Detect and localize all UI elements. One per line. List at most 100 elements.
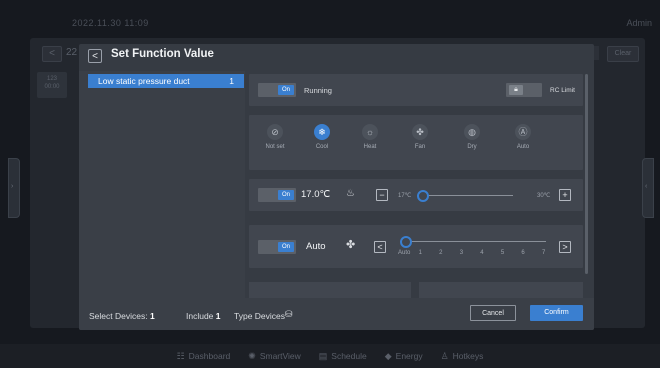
set-function-dialog: < Set Function Value Low static pressure…: [79, 44, 594, 330]
rc-limit-toggle[interactable]: 🔒︎: [506, 83, 542, 97]
temperature-toggle[interactable]: On: [258, 188, 296, 202]
nav-label: Dashboard: [188, 351, 231, 361]
mode-option-cool[interactable]: ❄ Cool: [305, 124, 339, 150]
chevron-right-icon: ›: [11, 183, 14, 190]
partial-card-right: [419, 282, 583, 298]
settings-scrollbar[interactable]: [585, 74, 588, 274]
mode-option-fan[interactable]: ✤ Fan: [403, 124, 437, 150]
top-bar: 2022.11.30 11:09 Admin: [0, 0, 660, 38]
dialog-back-button[interactable]: <: [88, 49, 102, 63]
nav-energy[interactable]: ◆ Energy: [385, 351, 423, 362]
nav-smartview[interactable]: ✺ SmartView: [248, 351, 301, 362]
device-type-list: Low static pressure duct 1: [79, 71, 245, 298]
schedule-icon: ▤: [318, 350, 328, 361]
fan-speed-slider-track[interactable]: [402, 241, 546, 242]
fan-speed-tick: 5: [500, 250, 505, 256]
nav-dashboard[interactable]: ☷ Dashboard: [177, 351, 231, 362]
user-label[interactable]: Admin: [626, 18, 652, 28]
mode-label: Auto: [516, 144, 530, 150]
device-icon: ⛁: [285, 309, 293, 319]
power-status: Running: [304, 86, 332, 95]
mode-option-heat[interactable]: ☼ Heat: [353, 124, 387, 150]
rc-limit-label: RC Limit: [550, 87, 575, 94]
dry-icon: ◍: [464, 124, 480, 140]
mode-label: Cool: [315, 144, 329, 150]
mode-label: Not set: [265, 144, 285, 150]
temperature-card: On 17.0℃ ♨ − 17℃ 30℃ +: [249, 179, 583, 211]
fan-speed-value: Auto: [306, 241, 326, 252]
mode-label: Heat: [363, 144, 377, 150]
nav-label: Hotkeys: [452, 351, 484, 361]
thermometer-icon: ♨: [346, 188, 355, 199]
fan-icon: ✤: [412, 124, 428, 140]
fan-icon: ✤: [346, 239, 356, 251]
fan-speed-tick: 6: [521, 250, 525, 256]
temperature-value: 17.0℃: [301, 189, 331, 200]
device-type-item[interactable]: Low static pressure duct 1: [88, 74, 244, 88]
temperature-increase-button[interactable]: +: [559, 189, 571, 201]
cancel-button[interactable]: Cancel: [470, 305, 516, 321]
fan-speed-tick: 3: [459, 250, 464, 256]
mode-label: Fan: [414, 144, 426, 150]
energy-icon: ◆: [384, 350, 392, 361]
nav-label: SmartView: [259, 351, 301, 361]
chevron-left-icon: ‹: [645, 183, 648, 190]
heat-icon: ☼: [362, 124, 378, 140]
power-toggle[interactable]: On: [258, 83, 296, 97]
nav-schedule[interactable]: ▤ Schedule: [319, 351, 367, 362]
fan-speed-tick: 2: [439, 250, 443, 256]
include-label: Include 1: [186, 311, 221, 321]
partial-card-left: [249, 282, 411, 298]
smartview-icon: ✺: [248, 350, 256, 361]
type-devices-label: Type Devices: [234, 311, 286, 321]
hotkeys-icon: ♙: [440, 350, 449, 361]
auto-icon: Ⓐ: [515, 124, 531, 140]
dialog-title: Set Function Value: [111, 48, 214, 60]
include-count: 1: [215, 311, 221, 321]
fan-speed-toggle[interactable]: On: [258, 240, 296, 254]
left-drawer-handle[interactable]: ›: [8, 158, 20, 218]
nav-hotkeys[interactable]: ♙ Hotkeys: [441, 351, 484, 362]
temperature-slider-track[interactable]: [419, 195, 513, 196]
select-devices-count: 1: [149, 311, 155, 321]
datetime-label: 2022.11.30 11:09: [72, 18, 149, 28]
fan-speed-tick: 7: [542, 250, 546, 256]
temperature-slider-knob[interactable]: [417, 190, 429, 202]
fan-speed-tick: 1: [418, 250, 422, 256]
temperature-min-label: 17℃: [398, 193, 412, 199]
device-type-count: 1: [229, 76, 234, 86]
app-screen: 2022.11.30 11:09 Admin < 22 Clear 123 00…: [0, 0, 660, 368]
power-card: On Running 🔒︎ RC Limit: [249, 74, 583, 106]
temperature-max-label: 30℃: [537, 193, 551, 199]
confirm-button[interactable]: Confirm: [530, 305, 583, 321]
tile-line-2: 00:00: [44, 84, 60, 90]
fan-speed-card: On Auto ✤ < Auto 1 2 3 4 5 6 7 >: [249, 225, 583, 268]
mode-option-dry[interactable]: ◍ Dry: [455, 124, 489, 150]
background-back-button[interactable]: <: [42, 46, 62, 62]
lock-icon: 🔒︎: [509, 85, 523, 95]
not-set-icon: ⊘: [267, 124, 283, 140]
background-device-tile[interactable]: 123 00:00: [37, 72, 67, 98]
select-devices-label: Select Devices: 1: [89, 311, 155, 321]
toggle-knob: On: [278, 190, 294, 200]
fan-speed-tick: Auto: [398, 250, 411, 256]
device-type-name: Low static pressure duct: [98, 76, 190, 86]
nav-label: Energy: [395, 351, 423, 361]
temperature-decrease-button[interactable]: −: [376, 189, 388, 201]
fan-speed-increase-button[interactable]: >: [559, 241, 571, 253]
mode-option-not-set[interactable]: ⊘ Not set: [258, 124, 292, 150]
fan-speed-decrease-button[interactable]: <: [374, 241, 386, 253]
mode-label: Dry: [467, 144, 477, 150]
background-row-number: 22: [66, 47, 78, 58]
toggle-knob: On: [278, 85, 294, 95]
cool-icon: ❄: [314, 124, 330, 140]
bottom-nav: ☷ Dashboard ✺ SmartView ▤ Schedule ◆ Ene…: [0, 344, 660, 368]
fan-speed-tick: 4: [480, 250, 484, 256]
dashboard-icon: ☷: [176, 350, 185, 361]
mode-option-auto[interactable]: Ⓐ Auto: [506, 124, 540, 150]
clear-button[interactable]: Clear: [607, 46, 639, 62]
dialog-footer: Select Devices: 1 Include 1 Type Devices…: [79, 298, 594, 330]
right-drawer-handle[interactable]: ‹: [642, 158, 654, 218]
fan-speed-slider-knob[interactable]: [400, 236, 412, 248]
mode-card: ⊘ Not set ❄ Cool ☼ Heat ✤ Fan ◍ Dry Ⓐ Auto: [249, 115, 583, 170]
